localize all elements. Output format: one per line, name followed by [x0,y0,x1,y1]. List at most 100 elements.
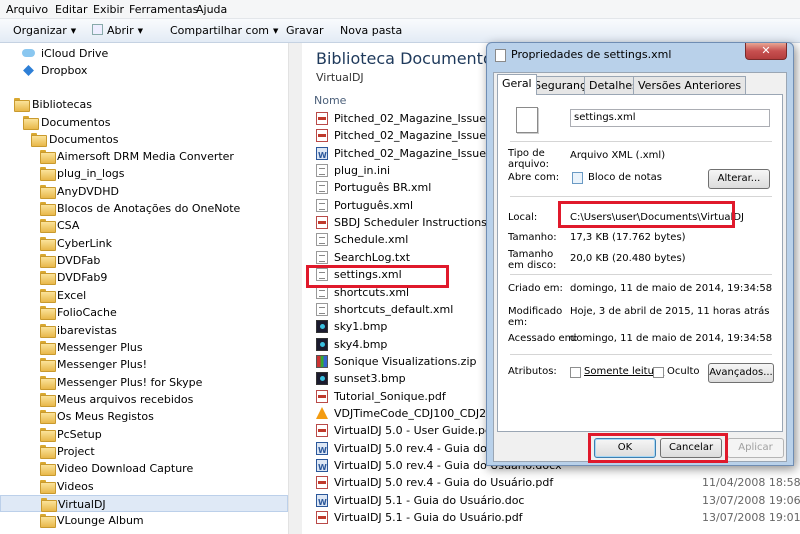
command-toolbar: Organizar ▼ Abrir ▼ Compartilhar com ▼ Grav… [0,19,800,43]
buttons-highlight [588,433,728,463]
notepad-icon [572,172,583,184]
nav-scrollbar[interactable] [288,43,302,534]
file-name: VirtualDJ 5.0 - User Guide.pdf [334,424,496,438]
hidden-checkbox[interactable] [653,367,664,378]
doc-file-icon [316,493,328,511]
txt-file-icon [316,164,328,178]
created-value: domingo, 11 de maio de 2014, 19:34:58 [570,283,773,294]
share-label: Compartilhar com [170,24,270,37]
nav-folder-label: DVDFab9 [57,271,108,285]
pdf-file-icon [316,511,328,525]
nav-folder-label: CSA [57,219,80,233]
folder-icon [40,150,56,164]
folder-icon [40,462,56,477]
advanced-button[interactable]: Avançados... [708,363,774,383]
pdf-file-icon [316,129,328,143]
file-date: 13/07/2008 19:06 [702,493,800,507]
folder-icon [40,410,56,425]
type-label: Tipo de arquivo: [508,148,549,170]
menu-editar[interactable]: Editar [55,3,88,16]
file-name: shortcuts_default.xml [334,302,454,316]
open-button[interactable]: Abrir ▼ [92,24,143,37]
separator [510,196,772,197]
nav-folder-label: Videos [57,479,94,493]
readonly-checkbox[interactable] [570,367,581,378]
txt-file-icon [316,198,328,212]
disk-size-value: 20,0 KB (20.480 bytes) [570,253,686,264]
tab-geral[interactable]: Geral [497,74,537,95]
apply-button[interactable]: Aplicar [727,438,784,458]
pdf-file-icon [316,424,328,438]
file-name: Tutorial_Sonique.pdf [334,389,446,403]
column-header-name[interactable]: Nome [314,94,346,107]
file-row[interactable]: VirtualDJ 5.1 - Guia do Usuário.pdf 13/07… [316,509,800,526]
folder-icon [41,498,57,512]
tab-versoes-anteriores[interactable]: Versões Anteriores [633,76,747,94]
hidden-label[interactable]: Oculto [667,366,700,377]
file-name: Schedule.xml [334,233,409,247]
organize-button[interactable]: Organizar ▼ [13,24,76,37]
location-label: Local: [508,212,538,223]
filename-field[interactable]: settings.xml [570,109,770,127]
disk-size-label: Tamanho em disco: [508,249,557,271]
txt-file-icon [316,250,328,264]
bmp-file-icon [316,337,328,351]
close-button[interactable]: ✕ [745,43,787,60]
burn-button[interactable]: Gravar [286,24,324,37]
menu-exibir[interactable]: Exibir [93,3,124,16]
folder-icon [40,254,56,269]
new-folder-button[interactable]: Nova pasta [340,24,402,37]
properties-dialog: Propriedades de settings.xml ✕ Geral Seg… [486,42,794,466]
opens-with-value: Bloco de notas [588,172,662,183]
nav-folder-item[interactable]: VirtualDJ [0,495,288,512]
size-value: 17,3 KB (17.762 bytes) [570,232,686,243]
chevron-down-icon: ▼ [137,27,143,35]
location-highlight [558,201,735,228]
pdf-file-icon [316,476,328,490]
file-name: Português.xml [334,198,414,212]
txt-file-icon [316,181,328,195]
file-row[interactable]: VirtualDJ 5.1 - Guia do Usuário.doc 13/07… [316,492,800,511]
doc-file-icon [316,441,328,459]
size-label: Tamanho: [508,232,557,243]
bmp-file-icon [316,320,328,334]
accessed-value: domingo, 11 de maio de 2014, 19:34:58 [570,333,773,344]
folder-icon [40,427,56,442]
change-button[interactable]: Alterar... [708,169,770,189]
file-name: Português BR.xml [334,181,432,195]
nav-folder-label: VirtualDJ [58,498,106,511]
pdf-file-icon [316,112,328,125]
library-subtitle: VirtualDJ [316,71,364,84]
file-name: sky4.bmp [334,337,388,351]
menu-arquivo[interactable]: Arquivo [6,3,48,16]
folder-icon [40,479,56,494]
nav-folder-label: Aimersoft DRM Media Converter [57,150,234,163]
nav-folder-label: VLounge Album [57,514,144,528]
menu-ferramentas[interactable]: Ferramentas [129,3,198,16]
tab-panel-geral: settings.xml Tipo de arquivo: Arquivo XM… [497,94,783,432]
created-label: Criado em: [508,283,563,294]
txt-file-icon [316,302,328,316]
separator [510,354,772,355]
chevron-down-icon: ▼ [70,27,77,35]
file-row[interactable]: VirtualDJ 5.0 rev.4 - Guia do Usuário.pd… [316,474,800,491]
nav-folder-label: Video Download Capture [57,462,194,476]
file-name: SearchLog.txt [334,250,411,264]
file-icon [495,49,506,62]
dropbox-icon [23,65,34,76]
file-name: VirtualDJ 5.1 - Guia do Usuário.doc [334,493,525,507]
nav-folder-label: Excel [57,288,87,302]
share-button[interactable]: Compartilhar com ▼ [170,24,278,37]
chevron-down-icon: ▼ [273,27,279,35]
file-name: sky1.bmp [334,320,388,334]
open-label: Abrir [107,24,134,37]
nav-folder-label: Blocos de Anotações do OneNote [57,202,241,216]
folder-icon [40,271,56,286]
nav-folder-label: Meus arquivos recebidos [57,392,194,406]
folder-icon [31,133,47,147]
nav-folder-label: Messenger Plus [57,340,143,354]
menu-ajuda[interactable]: Ajuda [196,3,227,16]
pdf-file-icon [316,216,328,230]
file-name: VirtualDJ 5.0 rev.4 - Guia do Usuário.pd… [334,476,554,490]
nav-item-label: Dropbox [41,64,88,77]
